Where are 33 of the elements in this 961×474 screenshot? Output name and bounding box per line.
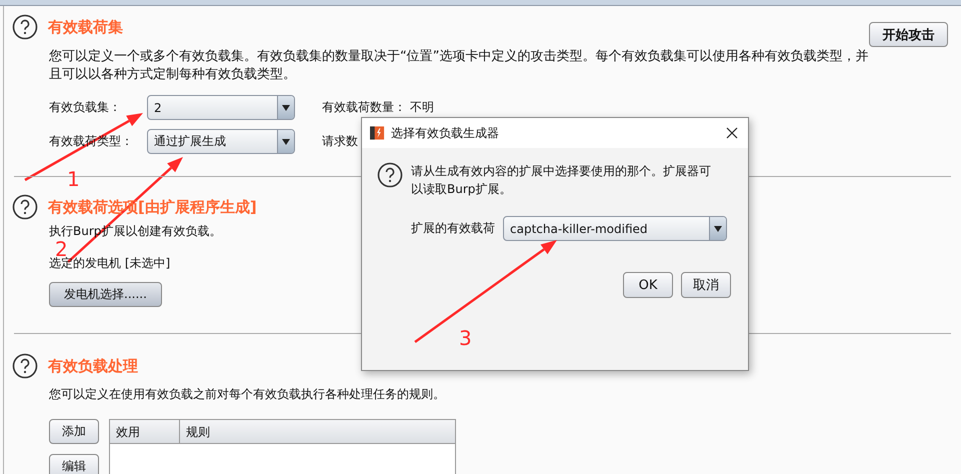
- caret-icon[interactable]: [714, 226, 722, 232]
- column-header[interactable]: 规则: [180, 420, 216, 443]
- section-title: 有效载荷集: [48, 18, 123, 36]
- dialog-message: 请从生成有效内容的扩展中选择要使用的那个。扩展器可以读取Burp扩展。: [411, 163, 711, 198]
- dropdown[interactable]: captcha-killer-modified: [503, 216, 727, 241]
- description-text: 您可以定义一个或多个有效负载集。有效负载集的数量取决于“位置”选项卡中定义的攻击类型。每个有效负载集可以使用各种有效负载类型，并且可以以各种方式定制每种有效负载类型。: [49, 48, 869, 84]
- annotation-number: 3: [459, 326, 472, 350]
- caret-icon[interactable]: [282, 104, 290, 110]
- column-header[interactable]: 效用: [110, 420, 180, 443]
- dropdown[interactable]: 2: [147, 95, 295, 120]
- start-attack-button[interactable]: 开始攻击: [869, 22, 948, 47]
- section-title: 有效负载处理: [48, 356, 138, 376]
- caret-icon[interactable]: [282, 138, 290, 144]
- field-label: 扩展的有效载荷: [411, 220, 495, 237]
- help-icon[interactable]: [377, 162, 403, 188]
- field-label: 有效载荷数量： 不明: [321, 99, 434, 116]
- rule-button[interactable]: 编辑: [49, 454, 99, 474]
- dialog-button[interactable]: 取消: [681, 272, 731, 298]
- help-icon[interactable]: [12, 353, 38, 379]
- description-text: 您可以定义在使用有效负载之前对每个有效负载执行各种处理任务的规则。: [49, 386, 445, 403]
- dialog-title: 选择有效负载生成器: [391, 124, 500, 142]
- field-label: 请求数: [321, 133, 358, 150]
- annotation-number: 1: [67, 167, 80, 191]
- dialog-button[interactable]: OK: [623, 272, 673, 298]
- help-icon[interactable]: [12, 194, 38, 220]
- close-icon[interactable]: [726, 127, 738, 139]
- help-icon[interactable]: [12, 14, 38, 40]
- generator-select-button[interactable]: 发电机选择......: [49, 282, 162, 307]
- rule-button[interactable]: 添加: [49, 419, 99, 444]
- field-label: 有效负载集：: [49, 99, 121, 116]
- description-text: 执行Burp扩展以创建有效负载。: [49, 223, 222, 240]
- dropdown[interactable]: 通过扩展生成: [147, 129, 295, 154]
- app-logo-icon: [370, 125, 385, 141]
